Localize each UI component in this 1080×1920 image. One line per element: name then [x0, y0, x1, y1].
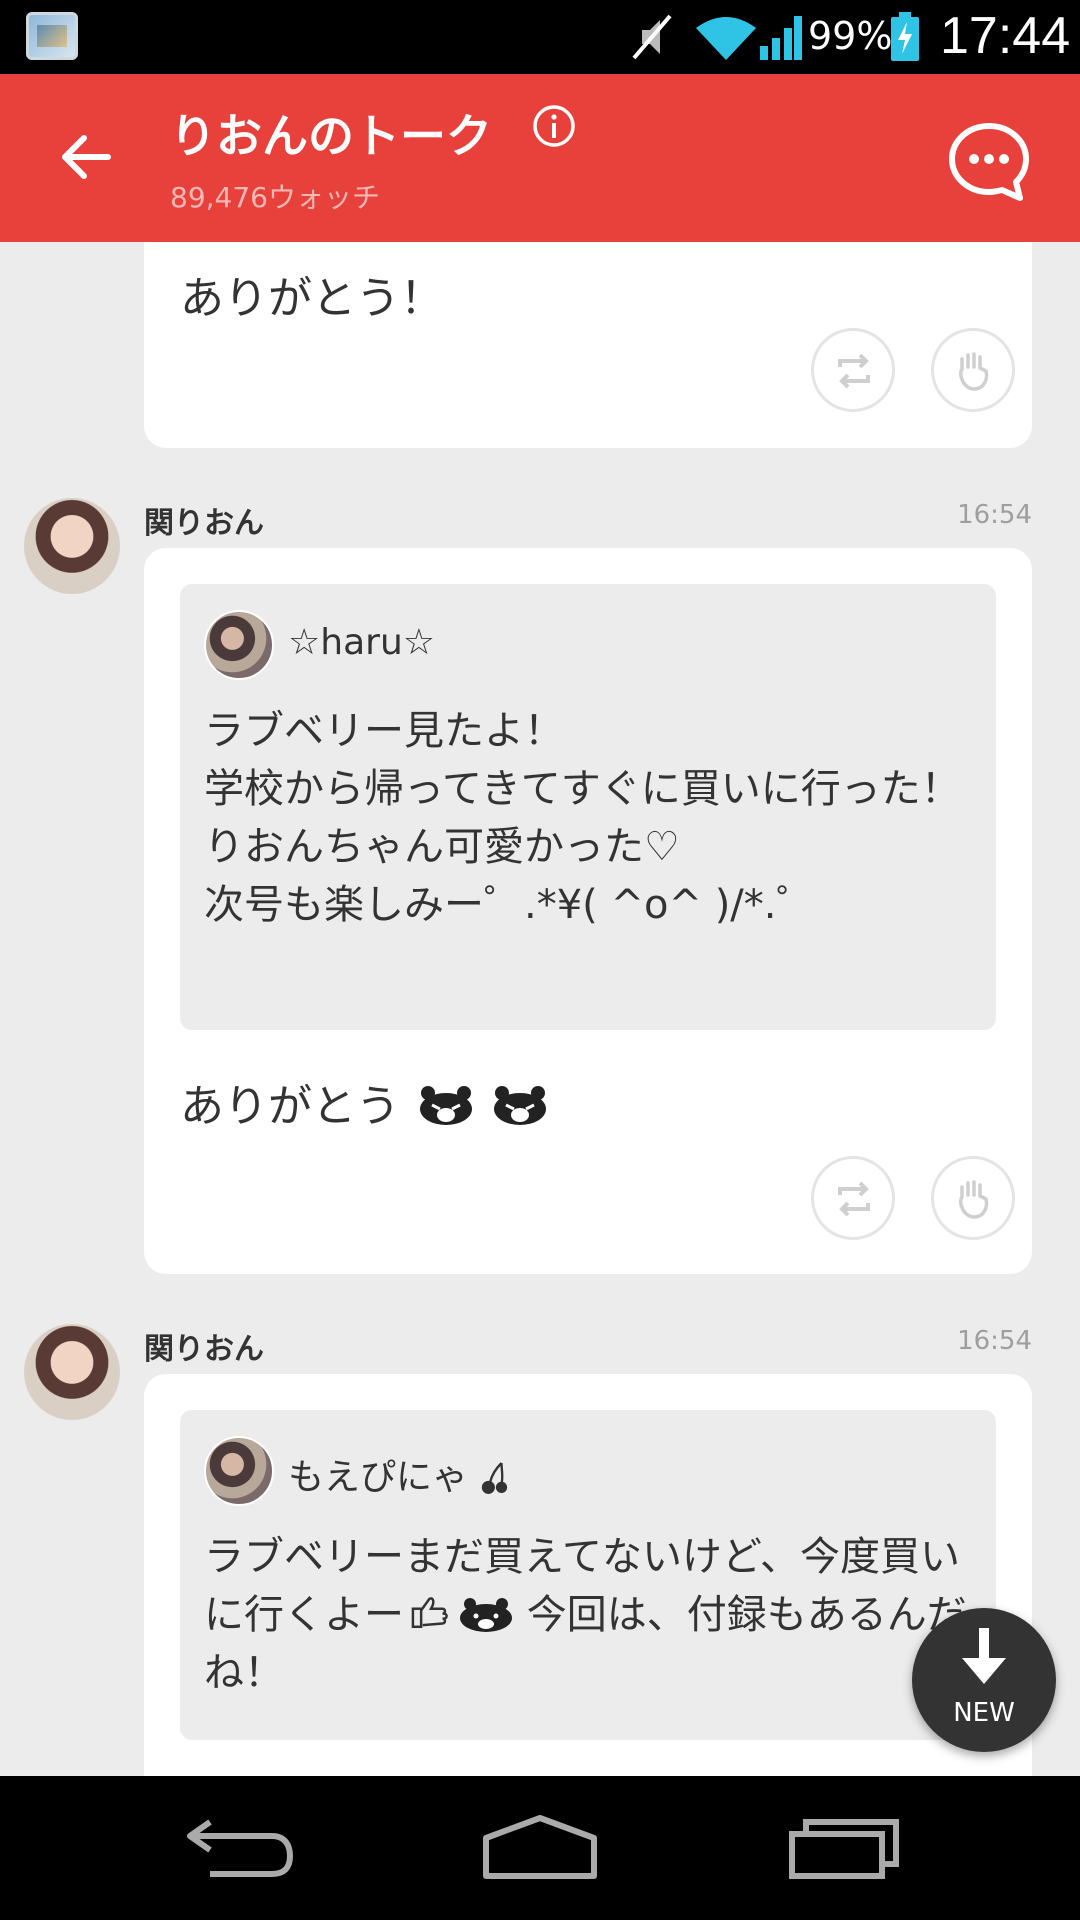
- clap-button[interactable]: [931, 328, 1015, 412]
- message-card: ☆haru☆ ラブベリー見たよ！ 学校から帰ってきてすぐに買いに行った！ りおん…: [144, 548, 1032, 1274]
- quoted-comment: ☆haru☆ ラブベリー見たよ！ 学校から帰ってきてすぐに買いに行った！ りおん…: [180, 584, 996, 1030]
- thumbs-up-icon: [411, 1597, 448, 1629]
- message-time: 16:54: [957, 500, 1032, 530]
- reply-text-row: ありがとう: [180, 1070, 548, 1134]
- new-messages-button[interactable]: NEW: [912, 1608, 1056, 1752]
- nav-recents-icon[interactable]: [784, 1812, 904, 1882]
- clap-icon: [959, 1180, 989, 1219]
- quoted-user-name-row: もえぴにゃ: [288, 1448, 509, 1500]
- cherry-icon: [482, 1462, 508, 1494]
- message-time: 16:54: [957, 1326, 1032, 1356]
- arrow-down-icon: [962, 1628, 1006, 1684]
- quoted-comment: もえぴにゃ ラブベリーまだ買えてないけど、今度買いに行くよー 今回は、付録もある…: [180, 1410, 996, 1740]
- bear-emoji-icon: [460, 1598, 512, 1632]
- quoted-text: ラブベリーまだ買えてないけど、今度買いに行くよー 今回は、付録もあるんだね！: [204, 1528, 984, 1702]
- watch-count: 89,476ウォッチ: [170, 181, 380, 214]
- repost-button[interactable]: [811, 328, 895, 412]
- repost-button[interactable]: [811, 1156, 895, 1240]
- gallery-thumbnail-icon: [26, 12, 78, 60]
- status-time: 17:44: [940, 7, 1071, 65]
- nav-home-icon[interactable]: [480, 1812, 600, 1882]
- app-header: りおんのトーク 89,476ウォッチ: [0, 74, 1080, 242]
- sender-name: 関りおん: [144, 1332, 264, 1367]
- mute-icon: [632, 14, 672, 60]
- new-label: NEW: [953, 1698, 1015, 1728]
- reply-text: ありがとう: [180, 1081, 400, 1132]
- battery-charging-icon: [891, 12, 919, 61]
- repost-icon: [838, 1181, 870, 1217]
- message-list[interactable]: ありがとう！ 関りおん 16:54 ☆haru☆ ラブベリー見たよ！ 学校から帰…: [0, 242, 1080, 1776]
- bear-emoji-icon: [420, 1086, 472, 1125]
- quoted-user-name: ☆haru☆: [288, 622, 436, 663]
- page-title: りおんのトーク: [170, 109, 492, 163]
- back-arrow-icon[interactable]: [58, 130, 112, 184]
- avatar[interactable]: [24, 498, 120, 594]
- nav-back-icon[interactable]: [180, 1812, 300, 1882]
- message-text: ありがとう！: [180, 273, 444, 324]
- system-nav-bar: [0, 1776, 1080, 1920]
- repost-icon: [838, 353, 870, 389]
- sender-name: 関りおん: [144, 506, 264, 541]
- quoted-user-name: もえぴにゃ: [288, 1457, 469, 1498]
- quoted-text: ラブベリー見たよ！ 学校から帰ってきてすぐに買いに行った！ りおんちゃん可愛かっ…: [204, 708, 961, 928]
- clap-icon: [959, 352, 989, 391]
- info-icon[interactable]: [532, 104, 576, 148]
- wifi-icon: [696, 16, 802, 60]
- message-card: もえぴにゃ ラブベリーまだ買えてないけど、今度買いに行くよー 今回は、付録もある…: [144, 1374, 1032, 1776]
- avatar[interactable]: [24, 1324, 120, 1420]
- quoted-user-avatar: [204, 1436, 274, 1506]
- battery-percent: 99%: [808, 14, 893, 58]
- status-bar: 99% 17:44: [0, 0, 1080, 74]
- message-card: ありがとう！: [144, 242, 1032, 448]
- bear-emoji-icon: [494, 1086, 546, 1125]
- quoted-user-avatar: [204, 610, 274, 680]
- chat-bubble-icon[interactable]: [948, 122, 1030, 202]
- clap-button[interactable]: [931, 1156, 1015, 1240]
